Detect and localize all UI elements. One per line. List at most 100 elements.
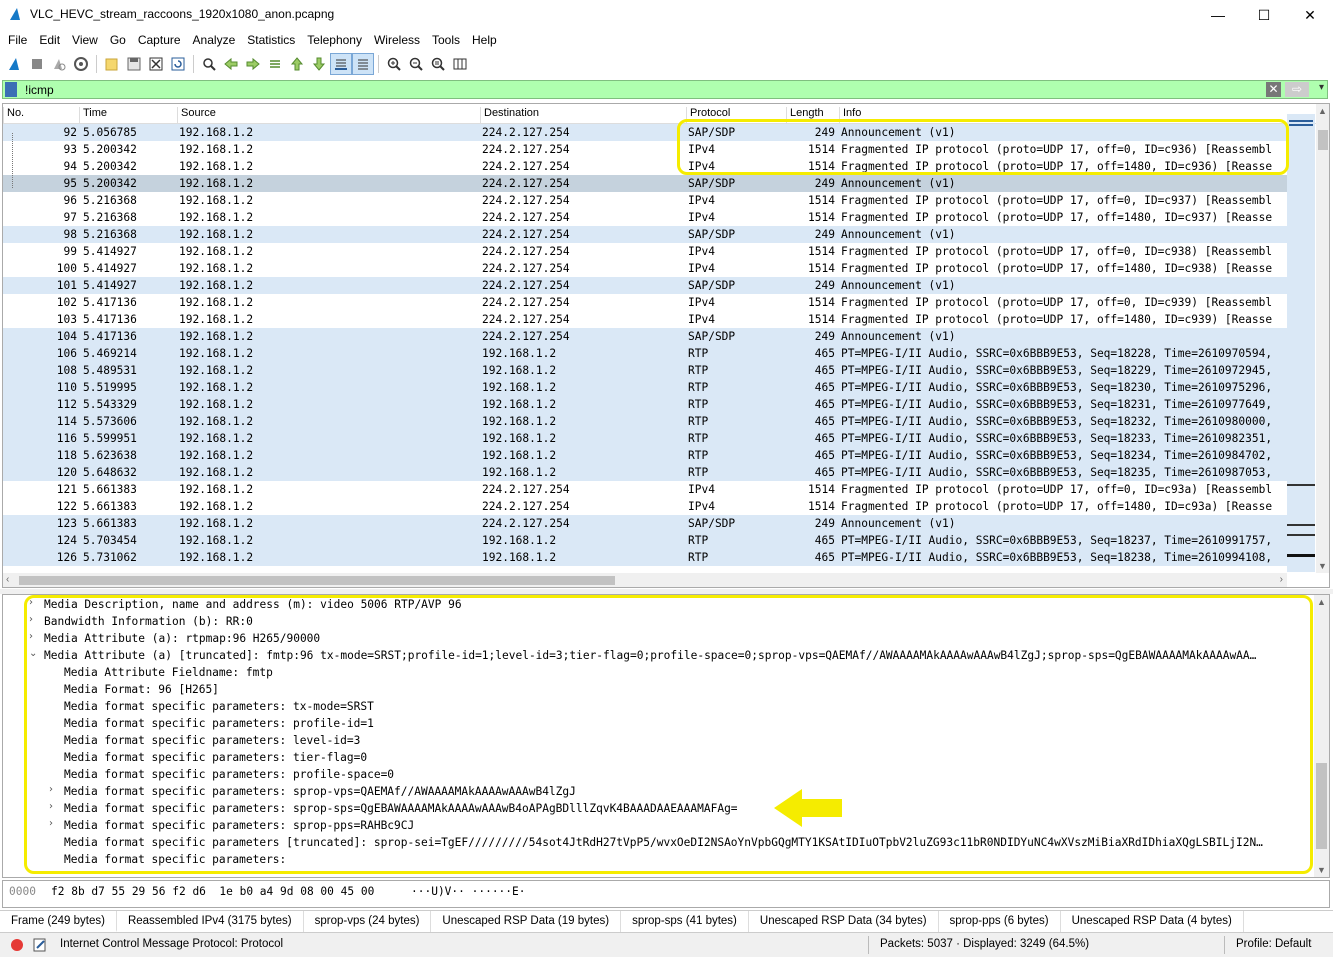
packet-row[interactable]: 123 5.661383 192.168.1.2 224.2.127.254 SAP/S…: [3, 515, 1287, 532]
menu-statistics[interactable]: Statistics: [241, 30, 301, 52]
bytes-tab[interactable]: sprop-vps (24 bytes): [304, 911, 432, 932]
menu-view[interactable]: View: [66, 30, 104, 52]
packet-row[interactable]: 116 5.599951 192.168.1.2 192.168.1.2 RTP 465 P…: [3, 430, 1287, 447]
detail-row[interactable]: › Media format specific parameters: sprop…: [3, 783, 1313, 800]
menu-file[interactable]: File: [2, 30, 33, 52]
packet-row[interactable]: 101 5.414927 192.168.1.2 224.2.127.254 SAP/S…: [3, 277, 1287, 294]
detail-row[interactable]: Media format specific parameters: tier-f…: [3, 749, 1313, 766]
packet-row[interactable]: 110 5.519995 192.168.1.2 192.168.1.2 RTP 465 P…: [3, 379, 1287, 396]
zoom-out-icon[interactable]: [405, 53, 427, 75]
packet-row[interactable]: 112 5.543329 192.168.1.2 192.168.1.2 RTP 465 P…: [3, 396, 1287, 413]
menu-telephony[interactable]: Telephony: [301, 30, 368, 52]
clear-filter-icon[interactable]: ✕: [1266, 82, 1281, 97]
filter-bookmark-icon[interactable]: [5, 82, 17, 97]
detail-row[interactable]: ⌄ Media Attribute (a) [truncated]: fmtp:9…: [3, 647, 1313, 664]
packet-row[interactable]: 108 5.489531 192.168.1.2 192.168.1.2 RTP 465 P…: [3, 362, 1287, 379]
packet-list-horizontal-scrollbar[interactable]: ‹ ›: [3, 573, 1287, 587]
display-filter-bar[interactable]: !icmp ✕ ⇨ ▾: [2, 80, 1328, 99]
bytes-tab[interactable]: Unescaped RSP Data (34 bytes): [749, 911, 939, 932]
minimize-button[interactable]: —: [1195, 0, 1241, 30]
stop-icon[interactable]: [26, 53, 48, 75]
packet-row[interactable]: 124 5.703454 192.168.1.2 192.168.1.2 RTP 465 P…: [3, 532, 1287, 549]
expand-arrow-icon[interactable]: ›: [49, 818, 53, 829]
column-header-time[interactable]: Time: [79, 107, 177, 123]
hex-bytes[interactable]: f2 8b d7 55 29 56 f2 d6 1e b0 a4 9d 08 0…: [51, 885, 374, 898]
close-file-icon[interactable]: [145, 53, 167, 75]
detail-row[interactable]: Media format specific parameters: profil…: [3, 766, 1313, 783]
packet-row[interactable]: 106 5.469214 192.168.1.2 192.168.1.2 RTP 465 P…: [3, 345, 1287, 362]
packet-details[interactable]: › Media Description, name and address (m)…: [2, 594, 1330, 878]
packet-minimap[interactable]: [1287, 114, 1315, 572]
restart-icon[interactable]: [48, 53, 70, 75]
save-icon[interactable]: [123, 53, 145, 75]
packet-bytes-pane[interactable]: 0000 f2 8b d7 55 29 56 f2 d6 1e b0 a4 9d…: [2, 880, 1330, 908]
menu-wireless[interactable]: Wireless: [368, 30, 426, 52]
column-header-destination[interactable]: Destination: [480, 107, 686, 123]
expand-arrow-icon[interactable]: ›: [29, 631, 33, 642]
maximize-button[interactable]: ☐: [1241, 0, 1287, 30]
expert-info-icon[interactable]: [10, 938, 24, 952]
detail-row[interactable]: Media format specific parameters:: [3, 851, 1313, 868]
column-header-protocol[interactable]: Protocol: [686, 107, 786, 123]
column-header-length[interactable]: Length: [786, 107, 839, 123]
packet-row[interactable]: 114 5.573606 192.168.1.2 192.168.1.2 RTP 465 P…: [3, 413, 1287, 430]
column-header-info[interactable]: Info: [839, 107, 1289, 123]
first-icon[interactable]: [286, 53, 308, 75]
scroll-left-icon[interactable]: ‹: [6, 574, 9, 585]
detail-row[interactable]: Media format specific parameters [trunca…: [3, 834, 1313, 851]
scroll-down-icon[interactable]: ▼: [1317, 865, 1326, 875]
hex-ascii[interactable]: ···U)V·· ······E·: [411, 885, 526, 898]
detail-row[interactable]: › Media Description, name and address (m)…: [3, 596, 1313, 613]
resize-columns-icon[interactable]: [449, 53, 471, 75]
detail-row[interactable]: Media format specific parameters: profil…: [3, 715, 1313, 732]
back-icon[interactable]: [220, 53, 242, 75]
detail-row[interactable]: › Bandwidth Information (b): RR:0: [3, 613, 1313, 630]
autoscroll-icon[interactable]: [330, 53, 352, 75]
menu-analyze[interactable]: Analyze: [187, 30, 242, 52]
packet-row[interactable]: 98 5.216368 192.168.1.2 224.2.127.254 SAP/SD…: [3, 226, 1287, 243]
packet-row[interactable]: 102 5.417136 192.168.1.2 224.2.127.254 IPv4 1…: [3, 294, 1287, 311]
packet-row[interactable]: 95 5.200342 192.168.1.2 224.2.127.254 SAP/SD…: [3, 175, 1287, 192]
detail-row[interactable]: › Media Attribute (a): rtpmap:96 H265/900…: [3, 630, 1313, 647]
packet-row[interactable]: 121 5.661383 192.168.1.2 224.2.127.254 IPv4 1…: [3, 481, 1287, 498]
packet-row[interactable]: 99 5.414927 192.168.1.2 224.2.127.254 IPv4 15…: [3, 243, 1287, 260]
detail-row[interactable]: › Media format specific parameters: sprop…: [3, 800, 1313, 817]
options-icon[interactable]: [70, 53, 92, 75]
zoom-in-icon[interactable]: [383, 53, 405, 75]
scroll-thumb[interactable]: [1318, 130, 1328, 150]
detail-row[interactable]: Media format specific parameters: tx-mod…: [3, 698, 1313, 715]
last-icon[interactable]: [308, 53, 330, 75]
bytes-tab[interactable]: sprop-pps (6 bytes): [939, 911, 1061, 932]
expand-arrow-icon[interactable]: ›: [49, 784, 53, 795]
reload-icon[interactable]: [167, 53, 189, 75]
bytes-tab[interactable]: Unescaped RSP Data (19 bytes): [431, 911, 622, 932]
zoom-reset-icon[interactable]: [427, 53, 449, 75]
details-vertical-scrollbar[interactable]: ▲ ▼: [1314, 595, 1329, 877]
detail-row[interactable]: Media Format: 96 [H265]: [3, 681, 1313, 698]
column-header-source[interactable]: Source: [177, 107, 480, 123]
expand-arrow-icon[interactable]: ›: [29, 614, 33, 625]
scroll-down-icon[interactable]: ▼: [1318, 561, 1327, 571]
bytes-tab[interactable]: Unescaped RSP Data (4 bytes): [1061, 911, 1244, 932]
column-header-no[interactable]: No.: [3, 107, 79, 123]
display-filter-input[interactable]: !icmp: [25, 83, 54, 97]
menu-capture[interactable]: Capture: [132, 30, 187, 52]
packet-row[interactable]: 104 5.417136 192.168.1.2 224.2.127.254 SAP/S…: [3, 328, 1287, 345]
collapse-arrow-icon[interactable]: ⌄: [29, 648, 37, 659]
packet-row[interactable]: 96 5.216368 192.168.1.2 224.2.127.254 IPv4 15…: [3, 192, 1287, 209]
packet-list-vertical-scrollbar[interactable]: ▲ ▼: [1316, 104, 1329, 573]
scroll-up-icon[interactable]: ▲: [1318, 106, 1327, 116]
menu-tools[interactable]: Tools: [426, 30, 466, 52]
forward-icon[interactable]: [242, 53, 264, 75]
packet-row[interactable]: 94 5.200342 192.168.1.2 224.2.127.254 IPv4 15…: [3, 158, 1287, 175]
expand-arrow-icon[interactable]: ›: [29, 597, 33, 608]
goto-icon[interactable]: [264, 53, 286, 75]
close-window-button[interactable]: ✕: [1287, 0, 1333, 30]
packet-row[interactable]: 97 5.216368 192.168.1.2 224.2.127.254 IPv4 15…: [3, 209, 1287, 226]
open-icon[interactable]: [101, 53, 123, 75]
detail-row[interactable]: Media format specific parameters: level-…: [3, 732, 1313, 749]
menu-help[interactable]: Help: [466, 30, 503, 52]
packet-row[interactable]: 118 5.623638 192.168.1.2 192.168.1.2 RTP 465 P…: [3, 447, 1287, 464]
packet-list[interactable]: No. Time Source Destination Protocol Length In…: [2, 103, 1330, 588]
scroll-up-icon[interactable]: ▲: [1317, 597, 1326, 607]
